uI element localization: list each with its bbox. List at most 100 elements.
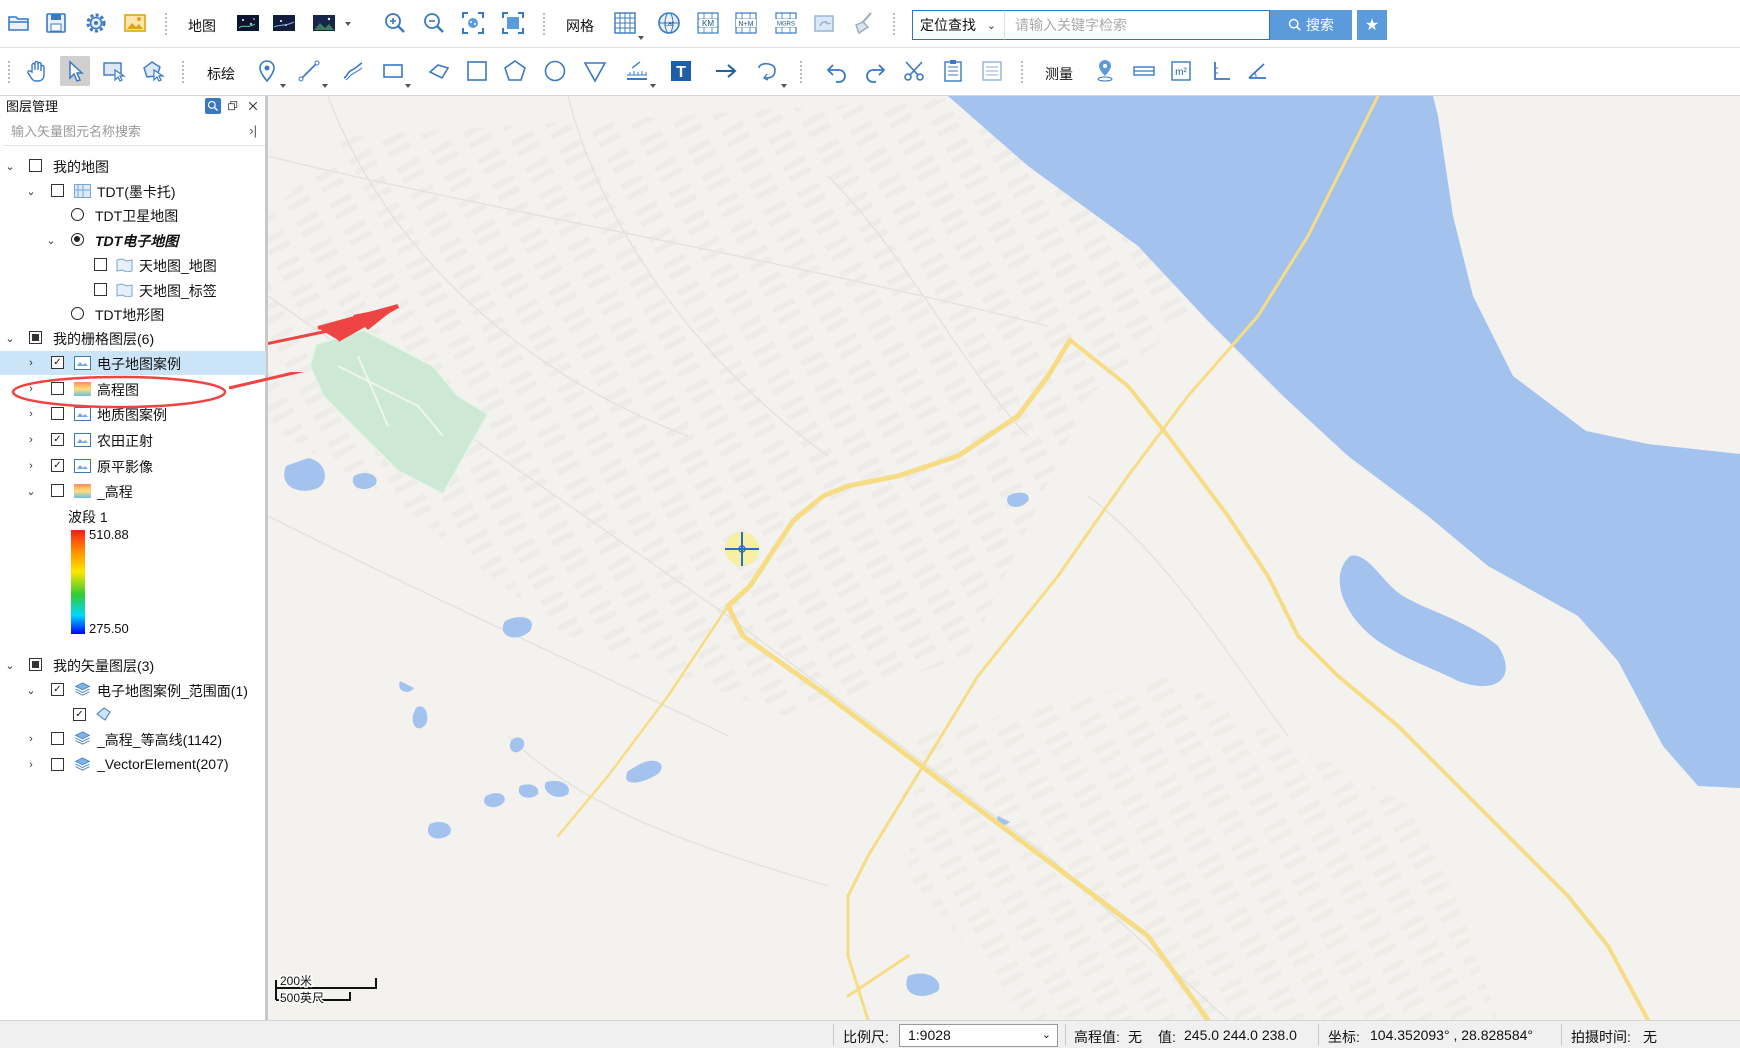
zoom-out-icon[interactable] <box>419 8 449 38</box>
favorite-star-icon[interactable]: ★ <box>1357 10 1387 40</box>
freehand-line-icon[interactable] <box>338 56 368 86</box>
chevron-down-icon[interactable]: ⌄ <box>25 684 37 697</box>
redo-icon[interactable] <box>860 56 890 86</box>
chevron-right-icon[interactable]: › <box>25 383 37 395</box>
attribute-list-icon[interactable] <box>977 56 1007 86</box>
collapse-search-icon[interactable]: ›| <box>249 123 257 138</box>
search-button-label: 搜索 <box>1306 17 1334 33</box>
placemark-icon[interactable] <box>252 56 282 86</box>
pentagon-icon[interactable] <box>500 56 530 86</box>
chevron-down-icon[interactable]: ⌄ <box>25 185 37 198</box>
map-view[interactable]: 200米 500英尺 <box>268 96 1740 1020</box>
chevron-right-icon[interactable]: › <box>25 408 37 420</box>
line-icon[interactable] <box>294 56 324 86</box>
map-export-icon[interactable] <box>809 8 839 38</box>
radio-button-selected[interactable] <box>71 233 84 246</box>
checkbox-checked[interactable]: ✓ <box>51 356 64 369</box>
nm-grid-icon[interactable]: N+M <box>731 8 761 38</box>
radio-button[interactable] <box>71 208 84 221</box>
search-button[interactable]: 搜索 <box>1270 10 1352 40</box>
latlon-grid-icon[interactable]: Lat <box>654 8 684 38</box>
mgrs-grid-icon[interactable]: MGRS <box>771 8 801 38</box>
svg-text:Lat: Lat <box>664 21 674 28</box>
full-extent-icon[interactable] <box>498 8 528 38</box>
capture-time-label: 拍摄时间: <box>1571 1029 1631 1045</box>
measure-angle-icon[interactable] <box>1243 56 1273 86</box>
checkbox-partial[interactable] <box>29 658 42 671</box>
search-icon[interactable] <box>205 98 221 114</box>
checkbox[interactable] <box>51 484 64 497</box>
chevron-down-icon[interactable]: ⌄ <box>25 485 37 498</box>
close-icon[interactable] <box>245 98 261 114</box>
pan-hand-icon[interactable] <box>22 56 52 86</box>
checkbox-checked[interactable]: ✓ <box>73 708 86 721</box>
grid-icon[interactable] <box>610 8 640 38</box>
box-select-icon[interactable] <box>99 56 129 86</box>
checkbox-checked[interactable]: ✓ <box>51 683 64 696</box>
pixel-value-label: 值: <box>1158 1029 1176 1045</box>
measure-distance-icon[interactable] <box>1129 56 1159 86</box>
measure-area-icon[interactable]: m² <box>1166 56 1196 86</box>
tree-item-label: 电子地图案例_范围面(1) <box>97 683 248 699</box>
chevron-right-icon[interactable]: › <box>25 460 37 472</box>
select-arrow-icon[interactable] <box>60 56 90 86</box>
vector-layers-icon <box>74 757 91 771</box>
map-canvas[interactable]: 200米 500英尺 <box>268 96 1740 1020</box>
clear-broom-icon[interactable] <box>849 8 879 38</box>
tree-item-label: 原平影像 <box>97 459 153 475</box>
settings-gear-icon[interactable] <box>81 8 111 38</box>
square-icon[interactable] <box>462 56 492 86</box>
checkbox[interactable] <box>51 407 64 420</box>
measure-ruler-icon[interactable] <box>622 56 652 86</box>
checkbox-partial[interactable] <box>29 331 42 344</box>
chevron-right-icon[interactable]: › <box>25 733 37 745</box>
scale-select[interactable]: 1:9028 ⌄ <box>899 1024 1058 1047</box>
cut-scissors-icon[interactable] <box>899 56 929 86</box>
checkbox-checked[interactable]: ✓ <box>51 433 64 446</box>
chevron-right-icon[interactable]: › <box>25 434 37 446</box>
keyword-search-input[interactable] <box>1004 10 1270 40</box>
measure-label: 测量 <box>1045 66 1073 82</box>
chevron-right-icon[interactable]: › <box>25 357 37 369</box>
basemap-night-icon[interactable] <box>233 8 263 38</box>
chevron-down-icon[interactable]: ⌄ <box>4 160 16 173</box>
measure-point-icon[interactable] <box>1090 56 1120 86</box>
basemap-satellite-icon[interactable] <box>269 8 299 38</box>
freehand-polygon-icon[interactable] <box>424 56 454 86</box>
save-icon[interactable] <box>41 8 71 38</box>
chevron-down-icon[interactable]: ⌄ <box>45 234 57 247</box>
tree-item-label: 我的栅格图层(6) <box>53 331 155 347</box>
sector-icon[interactable] <box>580 56 610 86</box>
checkbox[interactable] <box>29 159 42 172</box>
text-tool-icon[interactable]: T <box>666 56 696 86</box>
layer-search-input[interactable] <box>3 118 265 146</box>
chevron-down-icon[interactable]: ⌄ <box>4 332 16 345</box>
zoom-to-layer-icon[interactable] <box>458 8 488 38</box>
polygon-select-icon[interactable] <box>138 56 168 86</box>
undo-icon[interactable] <box>822 56 852 86</box>
km-grid-icon[interactable]: KM <box>693 8 723 38</box>
checkbox[interactable] <box>51 184 64 197</box>
checkbox[interactable] <box>51 732 64 745</box>
chevron-down-icon[interactable]: ⌄ <box>4 659 16 672</box>
image-icon[interactable] <box>120 8 150 38</box>
curve-arrow-icon[interactable] <box>753 56 783 86</box>
checkbox[interactable] <box>94 283 107 296</box>
arrow-tool-icon[interactable] <box>711 56 741 86</box>
checkbox-checked[interactable]: ✓ <box>51 459 64 472</box>
paste-list-icon[interactable] <box>938 56 968 86</box>
open-folder-icon[interactable] <box>4 8 34 38</box>
rectangle-icon[interactable] <box>378 56 408 86</box>
circle-icon[interactable] <box>540 56 570 86</box>
restore-window-icon[interactable] <box>225 98 241 114</box>
zoom-in-icon[interactable] <box>380 8 410 38</box>
checkbox[interactable] <box>51 382 64 395</box>
locate-mode-select[interactable]: 定位查找 ⌄ <box>912 10 1004 40</box>
measure-height-icon[interactable] <box>1206 56 1236 86</box>
checkbox[interactable] <box>94 258 107 271</box>
basemap-terrain-icon[interactable] <box>309 8 339 38</box>
checkbox[interactable] <box>51 758 64 771</box>
tree-item-raster-electronic-case[interactable]: › ✓ 电子地图案例 <box>0 351 266 375</box>
radio-button[interactable] <box>71 307 84 320</box>
chevron-right-icon[interactable]: › <box>25 759 37 771</box>
